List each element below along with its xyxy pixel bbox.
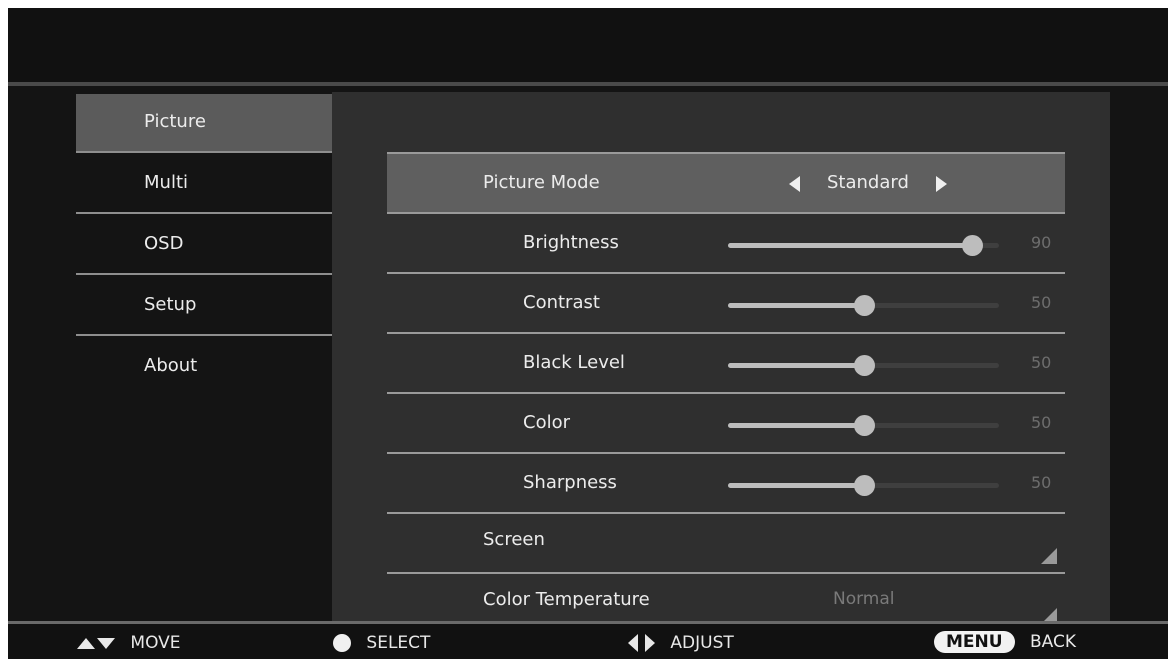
color-value: 50 bbox=[1031, 413, 1052, 432]
color-temperature-label: Color Temperature bbox=[483, 589, 650, 610]
left-arrow-icon[interactable] bbox=[789, 176, 800, 192]
menu-key-badge: MENU bbox=[934, 631, 1015, 653]
sidebar-item-label: Multi bbox=[144, 172, 188, 193]
black-level-slider[interactable] bbox=[728, 355, 999, 376]
color-temperature-row[interactable]: Color Temperature Normal bbox=[387, 574, 1065, 624]
settings-list: Picture Mode Standard Brightness 90 Cont… bbox=[387, 152, 1065, 624]
brightness-label: Brightness bbox=[523, 232, 619, 253]
color-slider-fill bbox=[728, 423, 864, 428]
top-bar bbox=[8, 8, 1168, 86]
color-temperature-value: Normal bbox=[833, 589, 895, 609]
color-row[interactable]: Color 50 bbox=[387, 394, 1065, 454]
brightness-slider[interactable] bbox=[728, 235, 999, 256]
sidebar: Picture Multi OSD Setup About bbox=[76, 94, 332, 397]
sidebar-item-label: About bbox=[144, 355, 198, 376]
submenu-corner-icon bbox=[1041, 548, 1057, 564]
down-arrow-icon bbox=[97, 637, 115, 649]
hint-bar: MOVE SELECT ADJUST MENU BACK bbox=[8, 621, 1168, 659]
black-level-slider-knob[interactable] bbox=[853, 355, 875, 376]
move-hint: MOVE bbox=[77, 633, 181, 653]
sidebar-item-label: Setup bbox=[144, 294, 197, 315]
black-level-value: 50 bbox=[1031, 353, 1052, 372]
sharpness-slider-knob[interactable] bbox=[853, 475, 875, 496]
select-hint-label: SELECT bbox=[366, 633, 431, 653]
brightness-slider-knob[interactable] bbox=[961, 235, 983, 256]
sharpness-value: 50 bbox=[1031, 473, 1052, 492]
osd-menu: Picture Multi OSD Setup About Picture Mo… bbox=[8, 86, 1168, 624]
osd-screen: Picture Multi OSD Setup About Picture Mo… bbox=[8, 8, 1168, 659]
brightness-slider-fill bbox=[728, 243, 972, 248]
sidebar-item-label: Picture bbox=[144, 111, 206, 132]
picture-mode-label: Picture Mode bbox=[483, 172, 600, 193]
contrast-slider[interactable] bbox=[728, 295, 999, 316]
back-hint: MENU BACK bbox=[934, 631, 1076, 653]
contrast-row[interactable]: Contrast 50 bbox=[387, 274, 1065, 334]
picture-mode-row[interactable]: Picture Mode Standard bbox=[387, 152, 1065, 214]
sidebar-item-about[interactable]: About bbox=[76, 338, 332, 395]
brightness-value: 90 bbox=[1031, 233, 1052, 252]
sharpness-label: Sharpness bbox=[523, 472, 617, 493]
color-label: Color bbox=[523, 412, 570, 433]
black-level-slider-fill bbox=[728, 363, 864, 368]
black-level-row[interactable]: Black Level 50 bbox=[387, 334, 1065, 394]
sidebar-item-picture[interactable]: Picture bbox=[76, 94, 332, 153]
up-arrow-icon bbox=[77, 637, 95, 649]
color-slider[interactable] bbox=[728, 415, 999, 436]
contrast-value: 50 bbox=[1031, 293, 1052, 312]
screen-row[interactable]: Screen bbox=[387, 514, 1065, 574]
select-dot-icon bbox=[333, 634, 351, 652]
brightness-row[interactable]: Brightness 90 bbox=[387, 214, 1065, 274]
sidebar-item-osd[interactable]: OSD bbox=[76, 216, 332, 275]
sidebar-item-setup[interactable]: Setup bbox=[76, 277, 332, 336]
adjust-hint-label: ADJUST bbox=[670, 633, 734, 653]
contrast-slider-fill bbox=[728, 303, 864, 308]
picture-mode-value: Standard bbox=[827, 172, 909, 193]
select-hint: SELECT bbox=[333, 633, 430, 653]
settings-panel: Picture Mode Standard Brightness 90 Cont… bbox=[332, 92, 1110, 624]
sharpness-slider[interactable] bbox=[728, 475, 999, 496]
adjust-hint: ADJUST bbox=[628, 633, 734, 653]
left-arrow-icon bbox=[628, 634, 638, 652]
right-arrow-icon bbox=[645, 634, 655, 652]
back-hint-label: BACK bbox=[1029, 632, 1076, 652]
sidebar-item-multi[interactable]: Multi bbox=[76, 155, 332, 214]
screen-label: Screen bbox=[483, 529, 545, 550]
black-level-label: Black Level bbox=[523, 352, 625, 373]
sharpness-row[interactable]: Sharpness 50 bbox=[387, 454, 1065, 514]
contrast-label: Contrast bbox=[523, 292, 600, 313]
sharpness-slider-fill bbox=[728, 483, 864, 488]
sidebar-item-label: OSD bbox=[144, 233, 184, 254]
move-hint-label: MOVE bbox=[130, 633, 181, 653]
contrast-slider-knob[interactable] bbox=[853, 295, 875, 316]
right-arrow-icon[interactable] bbox=[936, 176, 947, 192]
color-slider-knob[interactable] bbox=[853, 415, 875, 436]
